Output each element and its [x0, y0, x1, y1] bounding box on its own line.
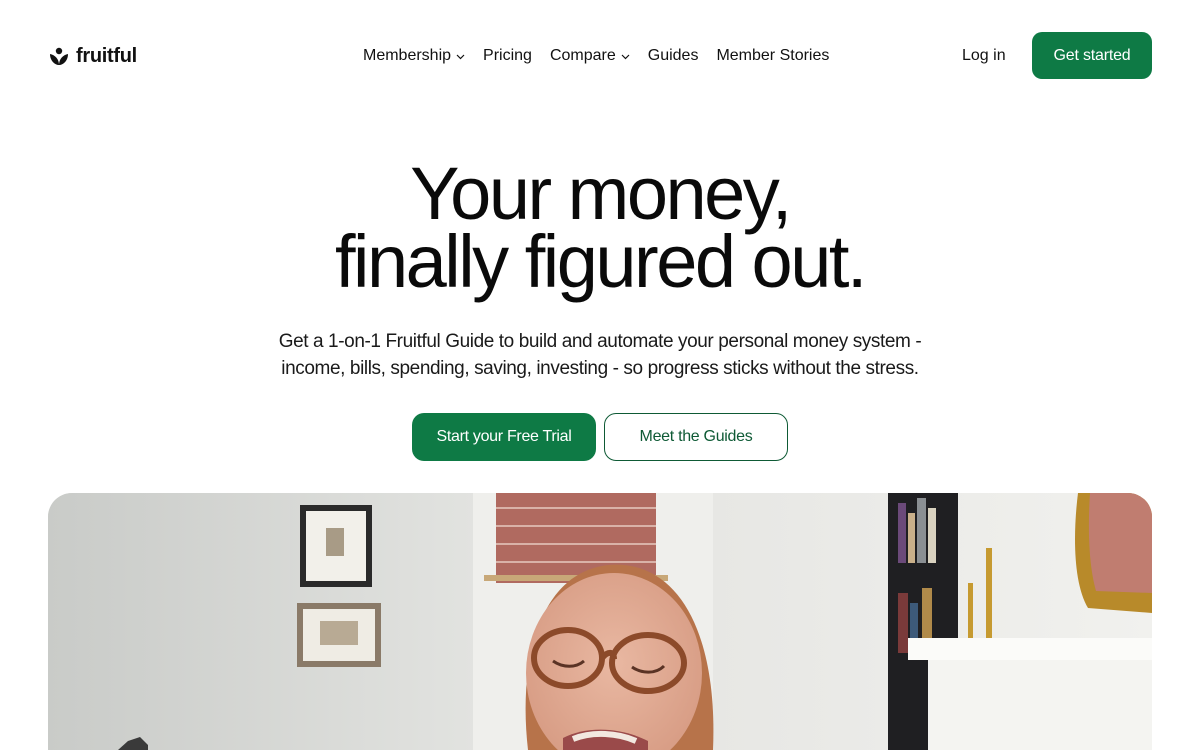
brand-name: fruitful — [76, 44, 137, 67]
hero-title-line-1: Your money, — [410, 152, 792, 235]
chevron-down-icon — [456, 54, 465, 59]
login-link[interactable]: Log in — [962, 44, 1006, 68]
nav-item-guides[interactable]: Guides — [648, 47, 699, 65]
nav-item-label: Member Stories — [716, 47, 830, 64]
hero-subtitle: Get a 1-on-1 Fruitful Guide to build and… — [230, 328, 970, 382]
hero-subtitle-line-2: income, bills, spending, saving, investi… — [281, 358, 919, 379]
nav-item-label: Pricing — [483, 47, 532, 64]
nav-item-compare[interactable]: Compare — [550, 47, 630, 65]
site-header: fruitful Membership Pricing Compare Guid… — [0, 0, 1200, 110]
nav-item-pricing[interactable]: Pricing — [483, 47, 532, 65]
hero-title: Your money, finally figured out. — [0, 152, 1200, 303]
nav-item-label: Guides — [647, 47, 699, 64]
hero-title-line-2: finally figured out. — [334, 220, 868, 303]
hero-video-image — [48, 493, 1152, 750]
main-nav: Membership Pricing Compare Guides Member… — [363, 44, 829, 68]
hero-video[interactable] — [48, 493, 1152, 750]
fruitful-leaf-logo-icon — [50, 47, 68, 65]
meet-the-guides-button[interactable]: Meet the Guides — [604, 413, 788, 461]
start-free-trial-button[interactable]: Start your Free Trial — [412, 413, 596, 461]
nav-item-label: Membership — [363, 47, 452, 64]
chevron-down-icon — [621, 54, 630, 59]
nav-item-label: Compare — [549, 47, 616, 64]
hero-subtitle-line-1: Get a 1-on-1 Fruitful Guide to build and… — [278, 331, 922, 352]
brand-logo[interactable]: fruitful — [48, 44, 137, 68]
nav-item-member-stories[interactable]: Member Stories — [716, 47, 829, 65]
get-started-button[interactable]: Get started — [1032, 32, 1152, 79]
nav-item-membership[interactable]: Membership — [363, 47, 465, 65]
